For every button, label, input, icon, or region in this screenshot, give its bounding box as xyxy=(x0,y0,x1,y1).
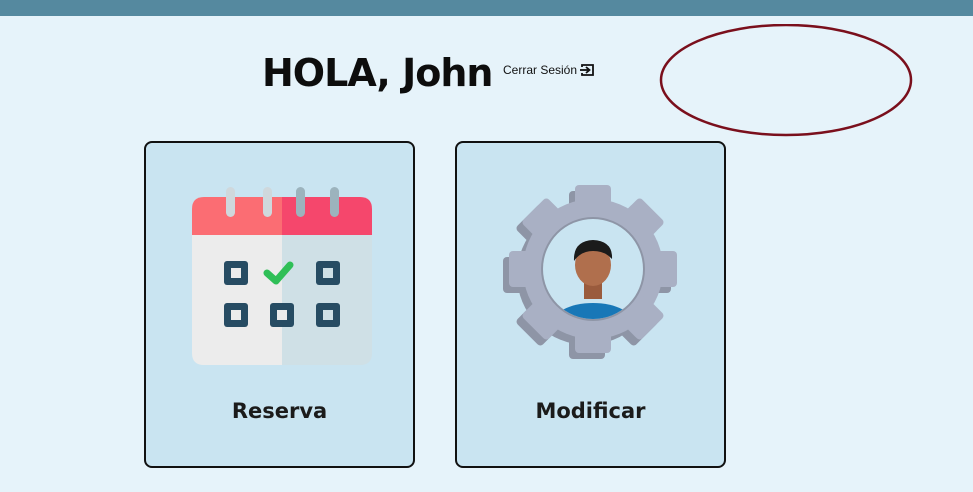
logout-button[interactable]: Cerrar Sesión xyxy=(503,63,595,77)
user-settings-icon xyxy=(503,185,677,359)
reserva-label: Reserva xyxy=(231,399,328,423)
modificar-card[interactable]: Modificar xyxy=(455,141,726,468)
top-bar xyxy=(0,0,973,16)
calendar-icon xyxy=(192,187,372,365)
greeting-title: HOLA, John xyxy=(262,51,493,95)
reserva-card[interactable]: Reserva xyxy=(144,141,415,468)
logout-icon xyxy=(580,64,594,76)
annotation-circle xyxy=(659,24,913,137)
modificar-label: Modificar xyxy=(535,399,646,423)
logout-label: Cerrar Sesión xyxy=(503,63,578,77)
